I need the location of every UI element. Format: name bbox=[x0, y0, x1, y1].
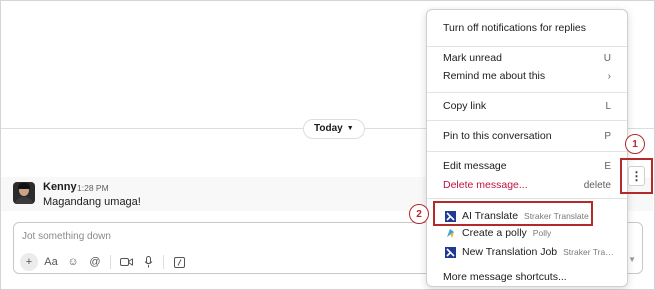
step-badge-2: 2 bbox=[409, 204, 429, 224]
menu-separator bbox=[427, 120, 627, 121]
toolbar-divider bbox=[163, 255, 164, 269]
shortcut-label: P bbox=[604, 130, 611, 142]
menu-item-copy-link[interactable]: Copy link L bbox=[443, 97, 611, 115]
polly-icon bbox=[445, 228, 456, 239]
video-icon[interactable] bbox=[117, 253, 135, 271]
menu-separator bbox=[427, 92, 627, 93]
day-divider-label: Today bbox=[314, 123, 343, 134]
menu-separator bbox=[427, 198, 627, 199]
shortcut-label: U bbox=[603, 52, 611, 64]
menu-item-remind-me[interactable]: Remind me about this › bbox=[443, 67, 611, 85]
straker-translate-icon bbox=[445, 246, 456, 258]
shortcut-label: delete bbox=[583, 179, 611, 191]
message-text: Magandang umaga! bbox=[43, 196, 141, 208]
message-actions-menu: Turn off notifications for replies Mark … bbox=[426, 9, 628, 287]
emoji-icon[interactable]: ☺ bbox=[64, 253, 82, 271]
menu-item-more-shortcuts[interactable]: More message shortcuts... bbox=[443, 271, 567, 283]
menu-item-pin[interactable]: Pin to this conversation P bbox=[443, 127, 611, 145]
menu-item-turn-off-notifications[interactable]: Turn off notifications for replies bbox=[443, 19, 611, 37]
more-actions-button[interactable]: ⋮ bbox=[628, 166, 645, 186]
microphone-icon[interactable] bbox=[139, 253, 157, 271]
composer-toolbar: + Aa ☺ @ bbox=[20, 253, 188, 271]
chevron-down-icon: ▼ bbox=[346, 125, 354, 132]
menu-item-create-polly[interactable]: Create a polly Polly bbox=[445, 224, 617, 242]
plus-icon[interactable]: + bbox=[20, 253, 38, 271]
day-divider-button[interactable]: Today ▼ bbox=[303, 119, 365, 139]
message-timestamp[interactable]: 1:28 PM bbox=[77, 183, 109, 193]
message-sender[interactable]: Kenny bbox=[43, 181, 77, 193]
chevron-right-icon: › bbox=[607, 70, 611, 82]
avatar[interactable] bbox=[13, 182, 35, 204]
menu-separator bbox=[427, 46, 627, 47]
highlight-box-ai-translate bbox=[433, 201, 593, 226]
text-format-icon[interactable]: Aa bbox=[42, 253, 60, 271]
menu-item-mark-unread[interactable]: Mark unread U bbox=[443, 49, 611, 67]
toolbar-divider bbox=[110, 255, 111, 269]
menu-item-edit-message[interactable]: Edit message E bbox=[443, 157, 611, 175]
slash-command-icon[interactable] bbox=[170, 253, 188, 271]
shortcut-label: L bbox=[605, 100, 611, 112]
mention-icon[interactable]: @ bbox=[86, 253, 104, 271]
menu-item-new-translation-job[interactable]: New Translation Job Straker Transl... bbox=[445, 243, 617, 261]
menu-item-delete-message[interactable]: Delete message... delete bbox=[443, 176, 611, 194]
step-badge-1: 1 bbox=[625, 134, 645, 154]
menu-separator bbox=[427, 151, 627, 152]
vertical-ellipsis-icon: ⋮ bbox=[630, 169, 643, 183]
send-options-chevron-icon[interactable]: ▼ bbox=[628, 255, 636, 264]
shortcut-label: E bbox=[604, 160, 611, 172]
composer-placeholder: Jot something down bbox=[22, 231, 111, 242]
